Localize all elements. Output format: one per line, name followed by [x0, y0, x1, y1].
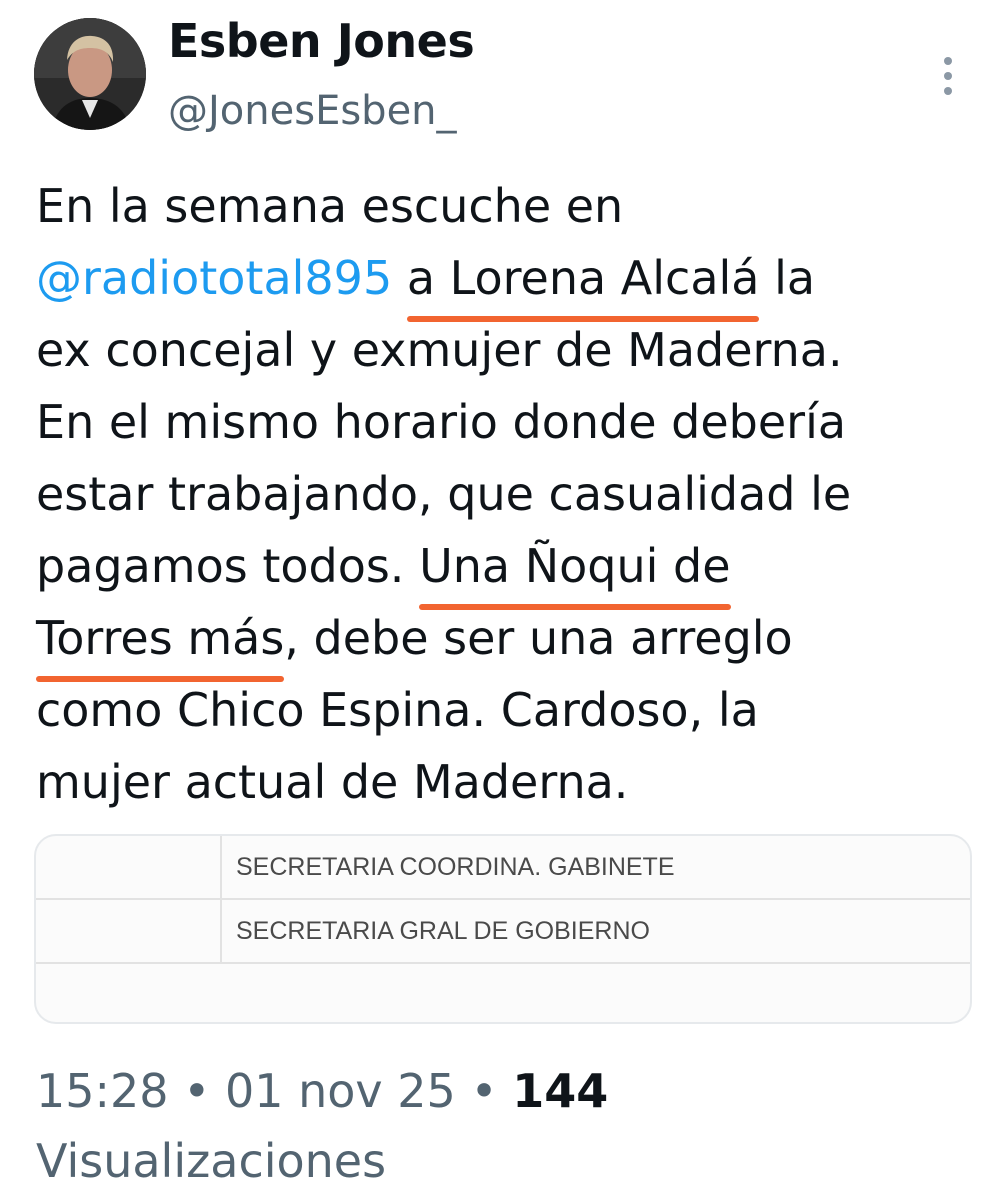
tweet-line: En el mismo horario donde debería	[36, 395, 847, 449]
tweet-line: @radiototal895 a Lorena Alcalá la	[36, 242, 986, 322]
tweet-date[interactable]: 01 nov 25	[225, 1064, 456, 1118]
tweet-line: En la semana escuche en	[36, 179, 624, 233]
table-row: SECRETARIA GRAL DE GOBIERNO	[36, 899, 970, 964]
views-count[interactable]: 144	[512, 1064, 608, 1118]
table-cell	[36, 963, 970, 1022]
views-label[interactable]: Visualizaciones	[36, 1134, 386, 1188]
table-row: SECRETARIA COORDINA. GABINETE	[36, 836, 970, 900]
separator-dot: •	[470, 1064, 498, 1118]
table-row	[36, 963, 970, 1022]
author-name[interactable]: Esben Jones	[168, 14, 475, 68]
highlighted-text: a Lorena Alcalá	[406, 242, 759, 322]
tweet-line: mujer actual de Maderna.	[36, 755, 629, 809]
highlighted-text: Torres más	[36, 602, 285, 682]
tweet-text-segment: la	[774, 251, 816, 305]
tweet-line: Torres más, debe ser una arreglo	[36, 602, 986, 682]
tweet-text: En la semana escuche en @radiototal895 a…	[36, 170, 986, 818]
attached-image[interactable]: SECRETARIA COORDINA. GABINETE SECRETARIA…	[34, 834, 972, 1024]
highlighted-text: Una Ñoqui de	[419, 530, 731, 610]
tweet-line: como Chico Espina. Cardoso, la	[36, 683, 759, 737]
table-cell: SECRETARIA GRAL DE GOBIERNO	[221, 899, 970, 964]
more-options-button[interactable]	[932, 56, 964, 96]
table-cell	[36, 836, 222, 900]
tweet-time[interactable]: 15:28	[36, 1064, 169, 1118]
author-handle[interactable]: @JonesEsben_	[168, 88, 457, 134]
mention-link[interactable]: @radiototal895	[36, 251, 392, 305]
tweet-line: estar trabajando, que casualidad le	[36, 467, 852, 521]
author-avatar[interactable]	[34, 18, 146, 130]
tweet-metadata: 15:28 • 01 nov 25 • 144 Visualizaciones	[36, 1056, 976, 1196]
tweet-line: ex concejal y exmujer de Maderna.	[36, 323, 843, 377]
separator-dot: •	[183, 1064, 211, 1118]
tweet-line: pagamos todos. Una Ñoqui de	[36, 530, 986, 610]
tweet-text-segment: , debe ser una arreglo	[284, 611, 793, 665]
table-cell: SECRETARIA COORDINA. GABINETE	[221, 836, 970, 900]
tweet-text-segment: pagamos todos.	[36, 539, 405, 593]
profile-photo	[34, 18, 146, 130]
document-table: SECRETARIA COORDINA. GABINETE SECRETARIA…	[36, 836, 970, 1022]
table-cell	[36, 899, 222, 964]
more-vertical-icon	[944, 57, 952, 95]
